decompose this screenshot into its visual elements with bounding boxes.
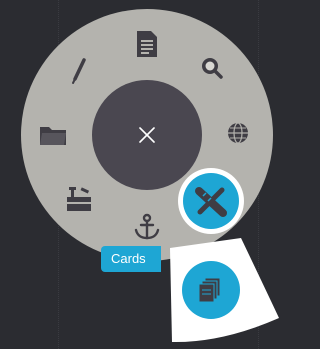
cards-icon: [198, 277, 221, 303]
cards-button[interactable]: [182, 261, 240, 319]
radial-menu: [21, 9, 279, 343]
radial-menu-stage: Cards: [0, 0, 320, 349]
cards-tooltip: Cards: [101, 246, 161, 272]
document-icon[interactable]: [137, 31, 157, 57]
ruler-pencil-button[interactable]: [178, 168, 244, 234]
globe-icon[interactable]: [228, 122, 248, 144]
close-button[interactable]: [92, 80, 202, 190]
